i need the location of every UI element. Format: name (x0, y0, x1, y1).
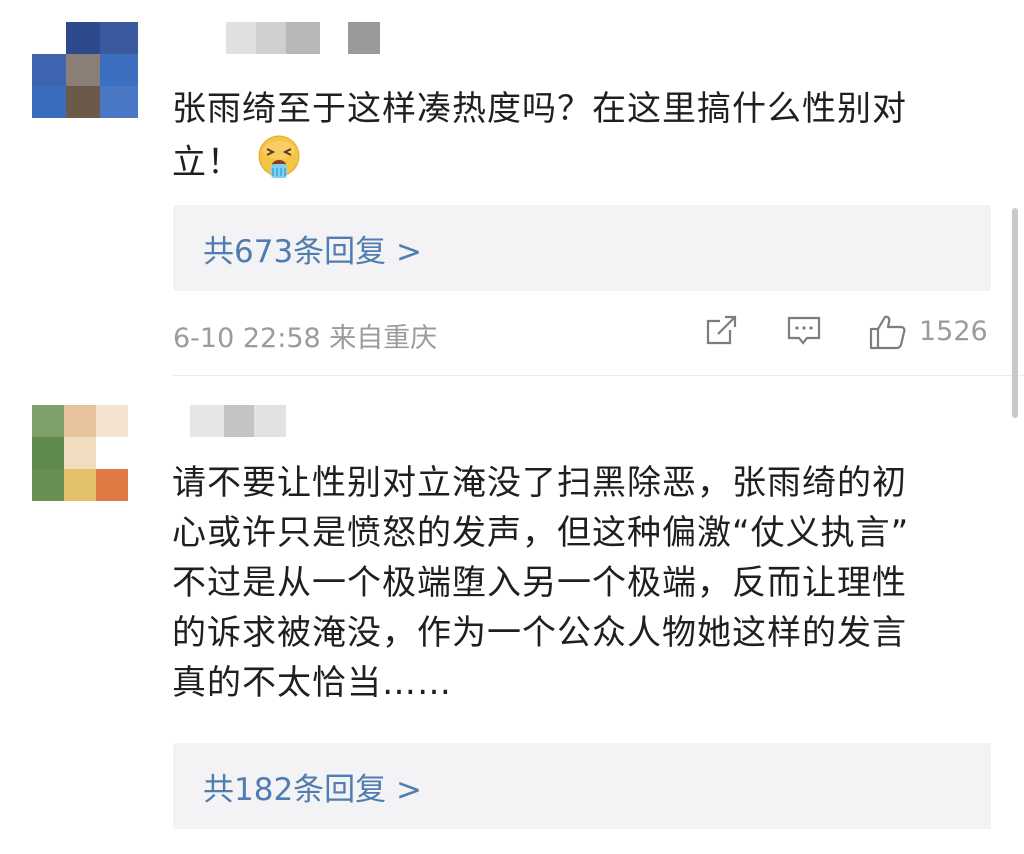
reply-summary[interactable]: 共182条回复 > (173, 743, 991, 829)
comment-line: 真的不太恰当…… (172, 663, 452, 703)
username-blur-block (226, 22, 256, 54)
comment-line: 张雨绮至于这样凑热度吗？在这里搞什么性别对 (172, 89, 907, 129)
view-replies-link[interactable]: 共182条回复 > (173, 764, 422, 809)
username-blurred[interactable] (190, 405, 286, 437)
comment-body: 张雨绮至于这样凑热度吗？在这里搞什么性别对 立！ (172, 84, 907, 194)
comment-line: 不过是从一个极端堕入另一个极端，反而让理性 (172, 563, 907, 603)
username-blur-block (320, 22, 348, 54)
avatar[interactable] (32, 22, 138, 118)
comment-line: 立！ (172, 134, 907, 194)
comment-line: 的诉求被淹没，作为一个公众人物她这样的发言 (172, 613, 907, 653)
comment-icon[interactable] (785, 312, 823, 352)
comment-line: 心或许只是愤怒的发声，但这种偏激“仗义执言” (172, 513, 910, 553)
comment-line: 请不要让性别对立淹没了扫黑除恶，张雨绮的初 (172, 463, 907, 503)
avatar-pixel (66, 86, 100, 118)
username-blur-block (286, 22, 320, 54)
avatar-pixel (64, 437, 96, 469)
avatar-pixel (64, 469, 96, 501)
username-blurred[interactable] (226, 22, 380, 54)
vomiting-face-icon (256, 134, 302, 194)
username-blur-block (256, 22, 286, 54)
divider (173, 375, 1024, 376)
avatar-pixel (32, 22, 66, 54)
avatar-pixel (64, 405, 96, 437)
avatar-pixel (32, 54, 66, 86)
reply-summary[interactable]: 共673条回复 > (173, 205, 991, 291)
avatar-pixel (66, 22, 100, 54)
comment-body: 请不要让性别对立淹没了扫黑除恶，张雨绮的初 心或许只是愤怒的发声，但这种偏激“仗… (172, 458, 909, 708)
username-blur-block (254, 405, 286, 437)
username-blur-block (190, 405, 224, 437)
avatar-pixel (100, 86, 138, 118)
avatar-pixel (96, 437, 128, 469)
timestamp-location: 6-10 22:58 来自重庆 (173, 323, 438, 354)
avatar-pixel (32, 405, 64, 437)
username-blur-block (348, 22, 380, 54)
avatar-pixel (96, 405, 128, 437)
scrollbar[interactable] (1012, 208, 1018, 418)
avatar-pixel (100, 54, 138, 86)
avatar-pixel (96, 469, 128, 501)
avatar[interactable] (32, 405, 128, 501)
comment-meta: 6-10 22:58 来自重庆 1526 (173, 312, 991, 356)
like-count: 1526 (919, 316, 988, 347)
share-icon[interactable] (703, 312, 739, 352)
view-replies-link[interactable]: 共673条回复 > (173, 226, 422, 271)
avatar-pixel (100, 22, 138, 54)
avatar-pixel (66, 54, 100, 86)
avatar-pixel (32, 469, 64, 501)
thumbs-up-icon[interactable] (867, 312, 909, 356)
username-blur-block (224, 405, 254, 437)
avatar-pixel (32, 86, 66, 118)
avatar-pixel (32, 437, 64, 469)
